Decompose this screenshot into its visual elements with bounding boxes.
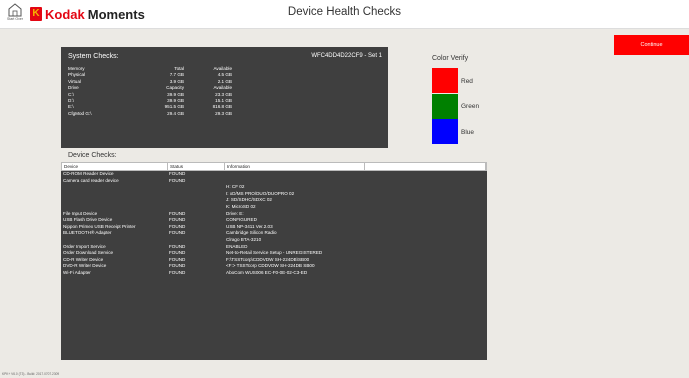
continue-button[interactable]: Continue bbox=[614, 35, 689, 55]
device-cell bbox=[61, 197, 167, 204]
device-checks-panel: Device Status Information CD-ROM Reader … bbox=[61, 162, 487, 360]
machine-id: WFC4DD4D22CF9 - Set 1 bbox=[311, 53, 382, 59]
status-cell: FOUND bbox=[169, 223, 186, 229]
info-cell: ENABLED bbox=[226, 243, 248, 249]
info-cell: K: MicroSD 02 bbox=[226, 203, 256, 209]
system-row: CfgMod G:\ 29.4 GB 29.3 GB bbox=[68, 111, 232, 117]
status-cell: FOUND bbox=[169, 230, 186, 236]
system-checks-panel: System Checks: WFC4DD4D22CF9 - Set 1 Mem… bbox=[61, 47, 388, 148]
status-cell: FOUND bbox=[169, 243, 186, 249]
status-cell: FOUND bbox=[169, 217, 186, 223]
table-row: I: xD/MS PRO/DUO/DUOPRO 02 bbox=[61, 191, 487, 198]
device-table-header: Device Status Information bbox=[61, 162, 487, 171]
info-cell bbox=[224, 171, 364, 178]
table-row: Order Download Service FOUND Net-to-Retail… bbox=[61, 250, 487, 257]
device-cell: BLUETOOTH® Adapter bbox=[63, 230, 112, 236]
table-row: H: CF 02 bbox=[61, 184, 487, 191]
device-table-body: CD-ROM Reader Device FOUND Camera card rea… bbox=[61, 171, 487, 277]
info-cell: Drive: E: bbox=[226, 210, 244, 216]
info-cell: Cambridge Silicon Radio bbox=[226, 230, 277, 236]
status-cell: FOUND bbox=[169, 171, 186, 176]
status-cell: FOUND bbox=[169, 256, 186, 262]
red-swatch bbox=[432, 68, 458, 93]
info-cell: H: CF 02 bbox=[226, 184, 245, 190]
status-cell: FOUND bbox=[169, 269, 186, 275]
column-information: Information bbox=[225, 163, 365, 170]
system-cell: 29.4 GB bbox=[167, 110, 184, 116]
table-row: Clrago BTA-3210 bbox=[61, 237, 487, 244]
table-row: DVD-R Writer Device FOUND <F:> TSSTcorp CD… bbox=[61, 263, 487, 270]
info-cell: Net-to-Retail Service Setup - UNREGISTER… bbox=[226, 250, 323, 256]
build-status-line: KPK+ V6.0 (T3) - Build: 2017.0707.2309 bbox=[2, 372, 60, 376]
info-cell: CONFIGURED bbox=[226, 217, 257, 223]
device-cell: Wi-Fi Adapter bbox=[63, 269, 91, 275]
table-row: Camera card reader device FOUND bbox=[61, 178, 487, 185]
status-cell bbox=[167, 184, 224, 191]
device-cell: CD-ROM Reader Device bbox=[63, 171, 114, 176]
color-verify-title: Color Verify bbox=[432, 55, 469, 62]
table-row: K: MicroSD 02 bbox=[61, 204, 487, 211]
system-cell: CfgMod G:\ bbox=[68, 110, 92, 116]
table-row: Nippon Primex USB Receipt Printer FOUND US… bbox=[61, 224, 487, 231]
info-cell: F:\TSSTcorp\CDDVDW SH-224DB\SB00 bbox=[226, 256, 310, 262]
info-cell: I: xD/MS PRO/DUO/DUOPRO 02 bbox=[226, 190, 295, 196]
column-device: Device bbox=[62, 163, 168, 170]
blue-label: Blue bbox=[461, 129, 475, 136]
device-cell: USB Flash Drive Device bbox=[63, 217, 113, 223]
device-cell: Order Download Service bbox=[63, 250, 114, 256]
info-cell: AboCom WUS006 EC-F0-0E-02-C3-ED bbox=[226, 269, 308, 275]
table-row: J: SD/SDHC/SDXC 02 bbox=[61, 197, 487, 204]
column-spacer bbox=[365, 163, 486, 170]
info-cell: USB NP-3411 Ver.2.03 bbox=[226, 223, 273, 229]
device-cell: DVD-R Writer Device bbox=[63, 263, 107, 269]
status-cell bbox=[167, 197, 224, 204]
info-cell bbox=[224, 178, 364, 185]
system-checks-table: Memory Total Available Physical 7.7 GB 4… bbox=[68, 66, 232, 117]
green-swatch bbox=[432, 94, 458, 119]
device-cell bbox=[61, 184, 167, 191]
table-row: CD-R Writer Device FOUND F:\TSSTcorp\CDDVD… bbox=[61, 257, 487, 264]
device-checks-title: Device Checks: bbox=[68, 152, 117, 159]
device-cell bbox=[61, 237, 167, 244]
column-status: Status bbox=[168, 163, 225, 170]
table-row: Wi-Fi Adapter FOUND AboCom WUS006 EC-F0-0E… bbox=[61, 270, 487, 277]
red-label: Red bbox=[461, 78, 473, 85]
header-bar: Start Over K Kodak Moments Device Health… bbox=[0, 0, 689, 29]
status-cell: FOUND bbox=[169, 263, 186, 269]
device-cell: CD-R Writer Device bbox=[63, 256, 104, 262]
device-cell: Camera card reader device bbox=[63, 177, 119, 183]
device-cell: Order Import Service bbox=[63, 243, 106, 249]
status-cell bbox=[167, 204, 224, 211]
device-cell: File Input Device bbox=[63, 210, 98, 216]
device-cell bbox=[61, 191, 167, 198]
status-cell bbox=[167, 191, 224, 198]
system-checks-title: System Checks: bbox=[68, 53, 119, 60]
table-row: CD-ROM Reader Device FOUND bbox=[61, 171, 487, 178]
status-cell: FOUND bbox=[169, 210, 186, 216]
page-title: Device Health Checks bbox=[287, 6, 402, 18]
table-row: BLUETOOTH® Adapter FOUND Cambridge Silicon… bbox=[61, 230, 487, 237]
table-row: USB Flash Drive Device FOUND CONFIGURED bbox=[61, 217, 487, 224]
info-cell: Clrago BTA-3210 bbox=[226, 236, 262, 242]
table-row: Order Import Service FOUND ENABLED bbox=[61, 244, 487, 251]
info-cell: <F:> TSSTcorp CDDVDW SH-224DB SB00 bbox=[226, 263, 315, 269]
status-cell: FOUND bbox=[169, 250, 186, 256]
system-cell: 29.3 GB bbox=[215, 110, 232, 116]
info-cell: J: SD/SDHC/SDXC 02 bbox=[226, 197, 272, 203]
status-cell: FOUND bbox=[169, 177, 186, 183]
device-cell bbox=[61, 204, 167, 211]
table-row: File Input Device FOUND Drive: E: bbox=[61, 211, 487, 218]
blue-swatch bbox=[432, 119, 458, 144]
status-cell bbox=[167, 237, 224, 244]
green-label: Green bbox=[461, 103, 480, 110]
